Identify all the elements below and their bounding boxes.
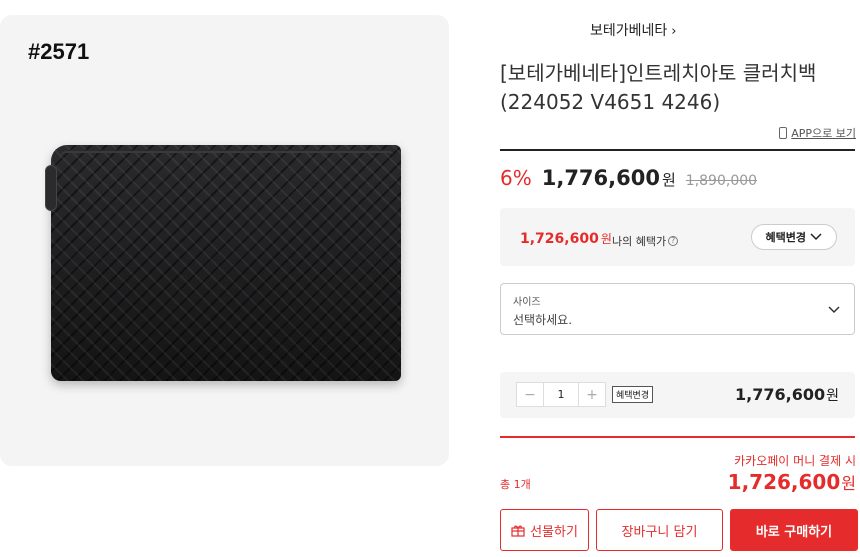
clutch-zipper xyxy=(59,151,393,159)
phone-icon xyxy=(779,127,788,139)
product-image-panel: #2571 xyxy=(0,15,449,466)
product-title: [보테가베네타]인트레치아토 클러치백 (224052 V4651 4246) xyxy=(500,61,817,114)
quantity-currency: 원 xyxy=(826,388,839,404)
total-price-value: 1,726,600 xyxy=(727,470,841,494)
buy-now-button[interactable]: 바로 구매하기 xyxy=(730,509,858,551)
quantity-price: 1,776,600원 xyxy=(735,385,839,405)
product-image[interactable] xyxy=(45,145,401,381)
app-view-link[interactable]: APP으로 보기 xyxy=(779,125,856,141)
product-code: #2571 xyxy=(28,39,90,64)
brand-name: 보테가베네타 xyxy=(590,23,668,39)
add-to-cart-button[interactable]: 장바구니 담기 xyxy=(596,509,723,551)
chevron-right-icon: › xyxy=(671,24,677,39)
benefit-box: 1,726,600 원 나의 혜택가 ? 혜택변경 xyxy=(500,208,855,266)
gift-label: 선물하기 xyxy=(530,524,578,540)
price-row: 6% 1,776,600 원 1,890,000 xyxy=(500,166,757,190)
plus-button[interactable]: + xyxy=(579,383,605,406)
quantity-price-value: 1,776,600 xyxy=(735,385,826,404)
quantity-value[interactable]: 1 xyxy=(543,383,579,406)
total-count: 총 1개 xyxy=(500,478,531,491)
benefit-currency: 원 xyxy=(600,232,612,246)
gift-icon xyxy=(511,525,525,537)
zipper-pull xyxy=(45,165,57,211)
benefit-price: 1,726,600 원 xyxy=(520,230,612,247)
discount-rate: 6% xyxy=(500,166,532,190)
benefit-change-label: 혜택변경 xyxy=(765,231,806,244)
divider xyxy=(500,436,855,438)
benefit-label-text: 나의 혜택가 xyxy=(612,235,667,248)
quantity-benefit-change-button[interactable]: 혜택변경 xyxy=(612,386,654,403)
chevron-down-icon xyxy=(828,306,840,314)
total-price: 1,726,600원 xyxy=(728,470,856,494)
chevron-down-icon xyxy=(810,233,822,241)
kakao-pay-note: 카카오페이 머니 결제 시 xyxy=(734,454,856,468)
gift-button[interactable]: 선물하기 xyxy=(500,509,589,551)
divider xyxy=(500,149,855,151)
total-currency: 원 xyxy=(841,474,856,493)
size-select[interactable]: 사이즈 선택하세요. xyxy=(500,283,855,335)
currency-unit: 원 xyxy=(661,171,676,189)
quantity-stepper: − 1 + xyxy=(516,382,606,407)
benefit-price-value: 1,726,600 xyxy=(520,231,599,247)
original-price: 1,890,000 xyxy=(685,173,758,189)
minus-button[interactable]: − xyxy=(517,383,543,406)
question-icon[interactable]: ? xyxy=(668,236,679,246)
size-placeholder: 선택하세요. xyxy=(513,313,573,327)
quantity-box: − 1 + 혜택변경 1,776,600원 xyxy=(500,372,855,418)
brand-link[interactable]: 보테가베네타 › xyxy=(590,20,676,40)
size-label: 사이즈 xyxy=(513,297,541,308)
benefit-change-button[interactable]: 혜택변경 xyxy=(750,224,837,250)
sale-price: 1,776,600 xyxy=(541,166,660,190)
benefit-label[interactable]: 나의 혜택가 ? xyxy=(612,233,679,249)
app-view-label: APP으로 보기 xyxy=(791,127,856,140)
